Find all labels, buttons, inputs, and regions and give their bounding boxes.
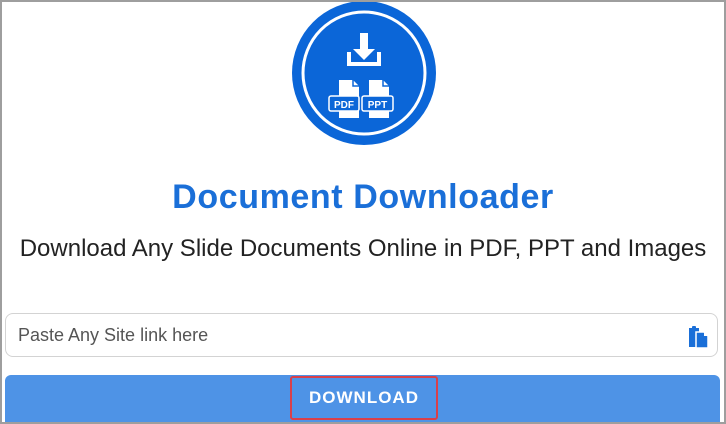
download-bar: DOWNLOAD <box>5 375 720 422</box>
clipboard-paste-icon[interactable] <box>686 323 710 349</box>
download-button[interactable]: DOWNLOAD <box>290 376 438 420</box>
logo-badge-ppt: PPT <box>368 100 387 111</box>
logo-badge-pdf: PDF <box>334 100 354 111</box>
app-frame: PDF PPT Document Downloader Download Any… <box>0 0 726 424</box>
url-input[interactable] <box>18 322 658 348</box>
page-title: Document Downloader <box>172 178 554 216</box>
page-subtitle: Download Any Slide Documents Online in P… <box>19 235 707 262</box>
url-input-container <box>5 313 718 357</box>
document-download-logo-icon: PDF PPT <box>292 2 436 145</box>
